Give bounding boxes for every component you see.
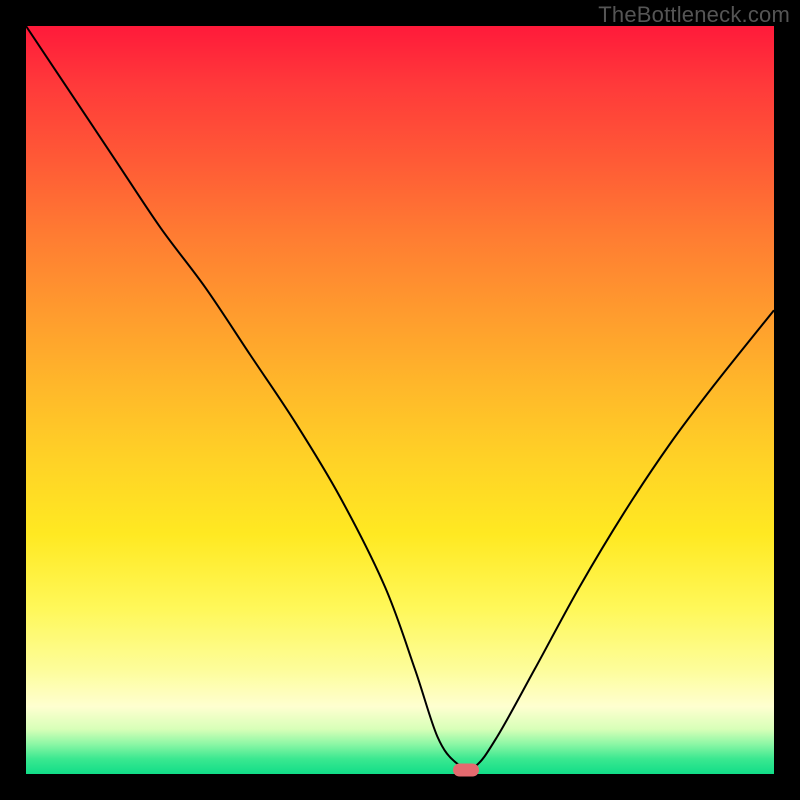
curve-path [26, 26, 774, 769]
minimum-marker [453, 763, 479, 776]
watermark-text: TheBottleneck.com [598, 2, 790, 28]
bottleneck-curve [26, 26, 774, 774]
chart-frame: TheBottleneck.com [0, 0, 800, 800]
plot-area [26, 26, 774, 774]
